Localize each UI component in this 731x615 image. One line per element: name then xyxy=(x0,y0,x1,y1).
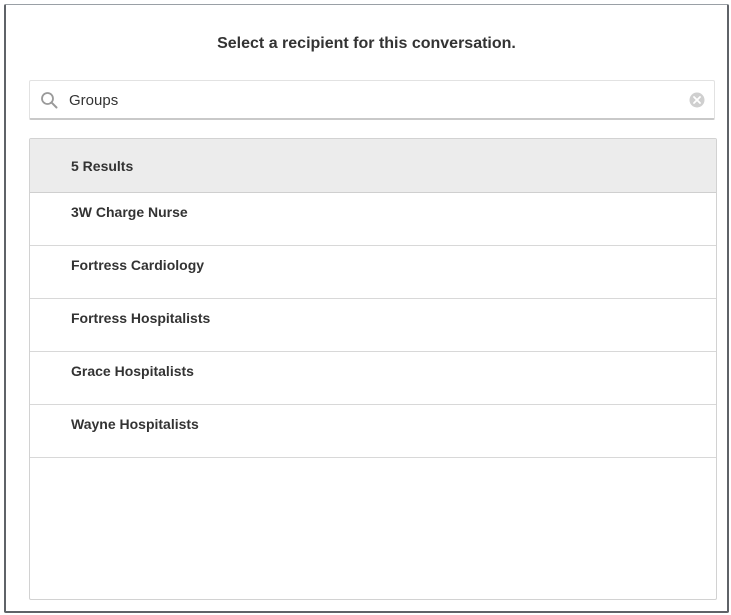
result-item-3w-charge-nurse[interactable]: 3W Charge Nurse xyxy=(30,193,716,246)
result-item-fortress-cardiology[interactable]: Fortress Cardiology xyxy=(30,246,716,299)
result-item-wayne-hospitalists[interactable]: Wayne Hospitalists xyxy=(30,405,716,458)
dialog-title: Select a recipient for this conversation… xyxy=(217,35,516,52)
result-item-grace-hospitalists[interactable]: Grace Hospitalists xyxy=(30,352,716,405)
results-list: 5 Results 3W Charge Nurse Fortress Cardi… xyxy=(29,138,717,600)
search-icon xyxy=(40,91,58,109)
search-box[interactable] xyxy=(29,80,715,120)
results-count: 5 Results xyxy=(30,139,716,193)
recipient-dialog: Select a recipient for this conversation… xyxy=(4,4,729,613)
search-input[interactable] xyxy=(69,81,669,119)
clear-icon[interactable] xyxy=(689,92,705,108)
result-item-fortress-hospitalists[interactable]: Fortress Hospitalists xyxy=(30,299,716,352)
